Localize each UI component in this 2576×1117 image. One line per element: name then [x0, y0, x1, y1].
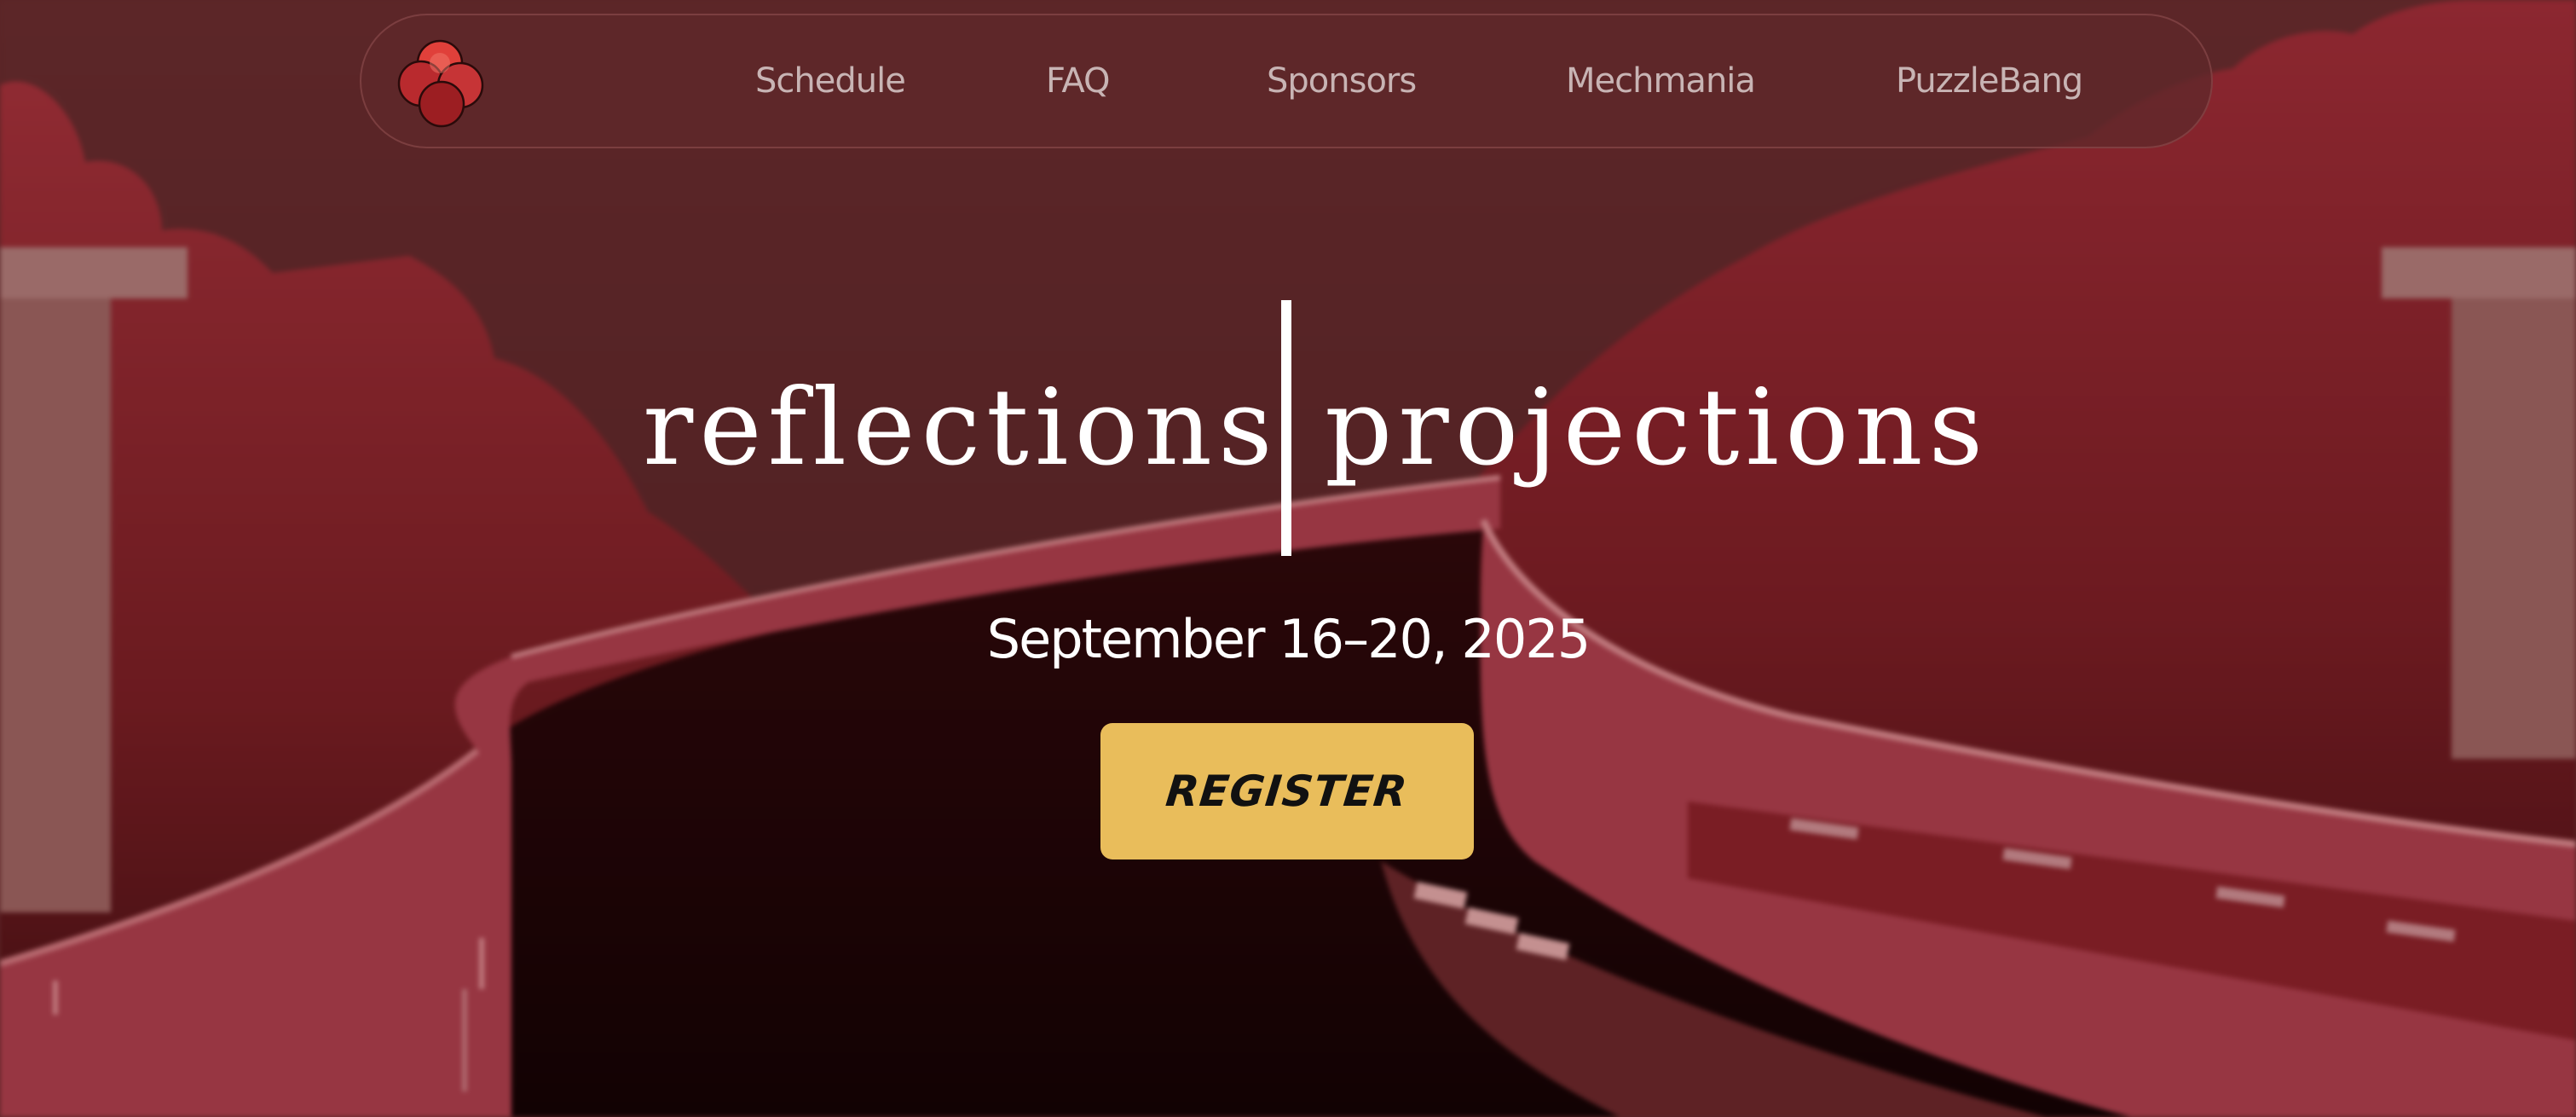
hero-title-projections: projections: [1325, 367, 1990, 489]
background-scene: [0, 0, 2576, 1117]
nav-link-puzzlebang[interactable]: PuzzleBang: [1896, 61, 2083, 101]
landing-page: Schedule FAQ Sponsors Mechmania PuzzleBa…: [0, 0, 2576, 1117]
top-navbar: Schedule FAQ Sponsors Mechmania PuzzleBa…: [360, 14, 2213, 148]
logo-icon[interactable]: [396, 38, 488, 130]
nav-link-sponsors[interactable]: Sponsors: [1267, 61, 1417, 101]
nav-link-mechmania[interactable]: Mechmania: [1566, 61, 1756, 101]
event-date: September 16–20, 2025: [986, 608, 1591, 670]
nav-link-faq[interactable]: FAQ: [1046, 61, 1110, 101]
title-divider: [1281, 300, 1291, 556]
hero-title-reflections: reflections: [643, 367, 1279, 489]
register-button-label: REGISTER: [1164, 767, 1411, 816]
nav-link-schedule[interactable]: Schedule: [755, 61, 906, 101]
register-button[interactable]: REGISTER: [1100, 723, 1474, 859]
